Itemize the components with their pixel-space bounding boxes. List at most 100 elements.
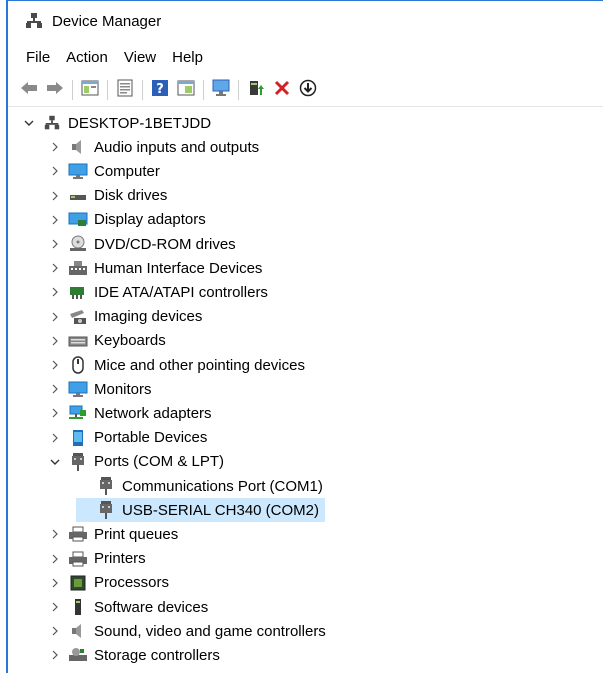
- chevron-right-icon[interactable]: [48, 552, 62, 566]
- chevron-right-icon[interactable]: [48, 358, 62, 372]
- back-button[interactable]: [18, 79, 40, 101]
- tree-item-label: Printers: [94, 550, 146, 568]
- tree-category-portable-devices[interactable]: Portable Devices: [48, 426, 207, 450]
- chevron-right-icon[interactable]: [48, 334, 62, 348]
- back-icon: [20, 81, 38, 100]
- forward-icon: [46, 81, 64, 100]
- toolbar-separator: [142, 80, 143, 100]
- tree-item-label: Ports (COM & LPT): [94, 453, 225, 471]
- chevron-right-icon[interactable]: [48, 431, 62, 445]
- menu-bar: File Action View Help: [8, 44, 603, 70]
- tree-item-label: Computer: [94, 162, 160, 180]
- toolbar-separator: [238, 80, 239, 100]
- mouse-icon: [68, 356, 88, 374]
- tree-category-display-adaptors[interactable]: Display adaptors: [48, 208, 206, 232]
- chevron-right-icon[interactable]: [48, 624, 62, 638]
- chevron-right-icon[interactable]: [48, 189, 62, 203]
- tree-item-label: Network adapters: [94, 404, 212, 422]
- tree-category-monitors[interactable]: Monitors: [48, 377, 152, 401]
- tree-device-communications-port-com1[interactable]: Communications Port (COM1): [76, 474, 323, 498]
- chevron-down-icon[interactable]: [48, 455, 62, 469]
- download-icon: [299, 79, 317, 102]
- tree-root[interactable]: DESKTOP-1BETJDD: [22, 111, 211, 135]
- tree-category-processors[interactable]: Processors: [48, 571, 169, 595]
- tree-item-label: Audio inputs and outputs: [94, 138, 260, 156]
- tree-category-printers[interactable]: Printers: [48, 547, 146, 571]
- tree-category-print-queues[interactable]: Print queues: [48, 522, 178, 546]
- tree-category-dvd-cd-rom-drives[interactable]: DVD/CD-ROM drives: [48, 232, 236, 256]
- tree-item-label: DESKTOP-1BETJDD: [68, 114, 212, 132]
- chevron-right-icon[interactable]: [48, 237, 62, 251]
- tree-item-label: Imaging devices: [94, 308, 203, 326]
- tree-category-imaging-devices[interactable]: Imaging devices: [48, 305, 202, 329]
- title-bar: Device Manager: [8, 1, 603, 41]
- update-driver-list-button[interactable]: [114, 79, 136, 101]
- tree-item-label: Sound, video and game controllers: [94, 622, 326, 640]
- port-icon: [68, 452, 88, 471]
- monitor-icon: [68, 380, 88, 398]
- chevron-right-icon[interactable]: [48, 576, 62, 590]
- menu-help[interactable]: Help: [164, 49, 211, 66]
- chevron-right-icon[interactable]: [48, 648, 62, 662]
- tree-item-label: Software devices: [94, 598, 209, 616]
- dvd-icon: [68, 235, 88, 253]
- tree-category-sound-video-and-game-controllers[interactable]: Sound, video and game controllers: [48, 619, 326, 643]
- chevron-right-icon[interactable]: [48, 382, 62, 396]
- disk-icon: [68, 187, 88, 205]
- window-title: Device Manager: [52, 12, 162, 30]
- tree-category-audio-inputs-and-outputs[interactable]: Audio inputs and outputs: [48, 135, 259, 159]
- chevron-down-icon[interactable]: [22, 116, 36, 130]
- show-hide-icon: [177, 80, 195, 101]
- tree-item-label: Mice and other pointing devices: [94, 356, 305, 374]
- tree-category-human-interface-devices[interactable]: Human Interface Devices: [48, 256, 262, 280]
- tree-item-label: Communications Port (COM1): [122, 477, 323, 495]
- tree-device-usb-serial-ch340-com2[interactable]: USB-SERIAL CH340 (COM2): [76, 498, 325, 523]
- tree-category-ide-ata-atapi-controllers[interactable]: IDE ATA/ATAPI controllers: [48, 280, 268, 304]
- tree-category-network-adapters[interactable]: Network adapters: [48, 401, 212, 425]
- forward-button[interactable]: [44, 79, 66, 101]
- ide-icon: [68, 283, 88, 301]
- scan-hardware-icon: [211, 79, 231, 102]
- chevron-right-icon[interactable]: [48, 140, 62, 154]
- chevron-right-icon[interactable]: [48, 164, 62, 178]
- show-hide-button[interactable]: [175, 79, 197, 101]
- tree-item-label: Storage controllers: [94, 646, 220, 664]
- tree-item-label: IDE ATA/ATAPI controllers: [94, 283, 268, 301]
- tree-item-label: Print queues: [94, 525, 179, 543]
- help-icon: ?: [151, 79, 169, 102]
- tree-item-label: Processors: [94, 574, 170, 592]
- download-button[interactable]: [297, 79, 319, 101]
- enable-device-button[interactable]: [245, 79, 267, 101]
- tree-category-computer[interactable]: Computer: [48, 159, 160, 183]
- uninstall-button[interactable]: [271, 79, 293, 101]
- scan-hardware-button[interactable]: [210, 79, 232, 101]
- chevron-right-icon[interactable]: [48, 600, 62, 614]
- port-icon: [96, 477, 116, 495]
- tree-category-storage-controllers[interactable]: Storage controllers: [48, 643, 220, 667]
- keyboard-icon: [68, 332, 88, 350]
- tree-item-label: Keyboards: [94, 332, 166, 350]
- tree-category-keyboards[interactable]: Keyboards: [48, 329, 166, 353]
- chevron-right-icon[interactable]: [48, 213, 62, 227]
- chevron-right-icon[interactable]: [48, 527, 62, 541]
- toolbar-separator: [203, 80, 204, 100]
- tree-category-software-devices[interactable]: Software devices: [48, 595, 208, 619]
- printer-icon: [68, 525, 88, 543]
- chevron-right-icon[interactable]: [48, 261, 62, 275]
- menu-file[interactable]: File: [8, 49, 58, 66]
- chevron-right-icon[interactable]: [48, 406, 62, 420]
- properties-console-button[interactable]: [79, 79, 101, 101]
- toolbar-separator: [107, 80, 108, 100]
- help-button[interactable]: ?: [149, 79, 171, 101]
- menu-action[interactable]: Action: [58, 49, 116, 66]
- chevron-right-icon[interactable]: [48, 285, 62, 299]
- tree-category-disk-drives[interactable]: Disk drives: [48, 184, 167, 208]
- processor-icon: [68, 574, 88, 592]
- toolbar: ?: [8, 74, 603, 107]
- chevron-right-icon[interactable]: [48, 310, 62, 324]
- menu-view[interactable]: View: [116, 49, 164, 66]
- properties-console-icon: [81, 80, 99, 101]
- tree-category-ports-com-lpt[interactable]: Ports (COM & LPT): [48, 450, 224, 474]
- tree-item-label: DVD/CD-ROM drives: [94, 235, 236, 253]
- tree-category-mice-and-other-pointing-devices[interactable]: Mice and other pointing devices: [48, 353, 305, 377]
